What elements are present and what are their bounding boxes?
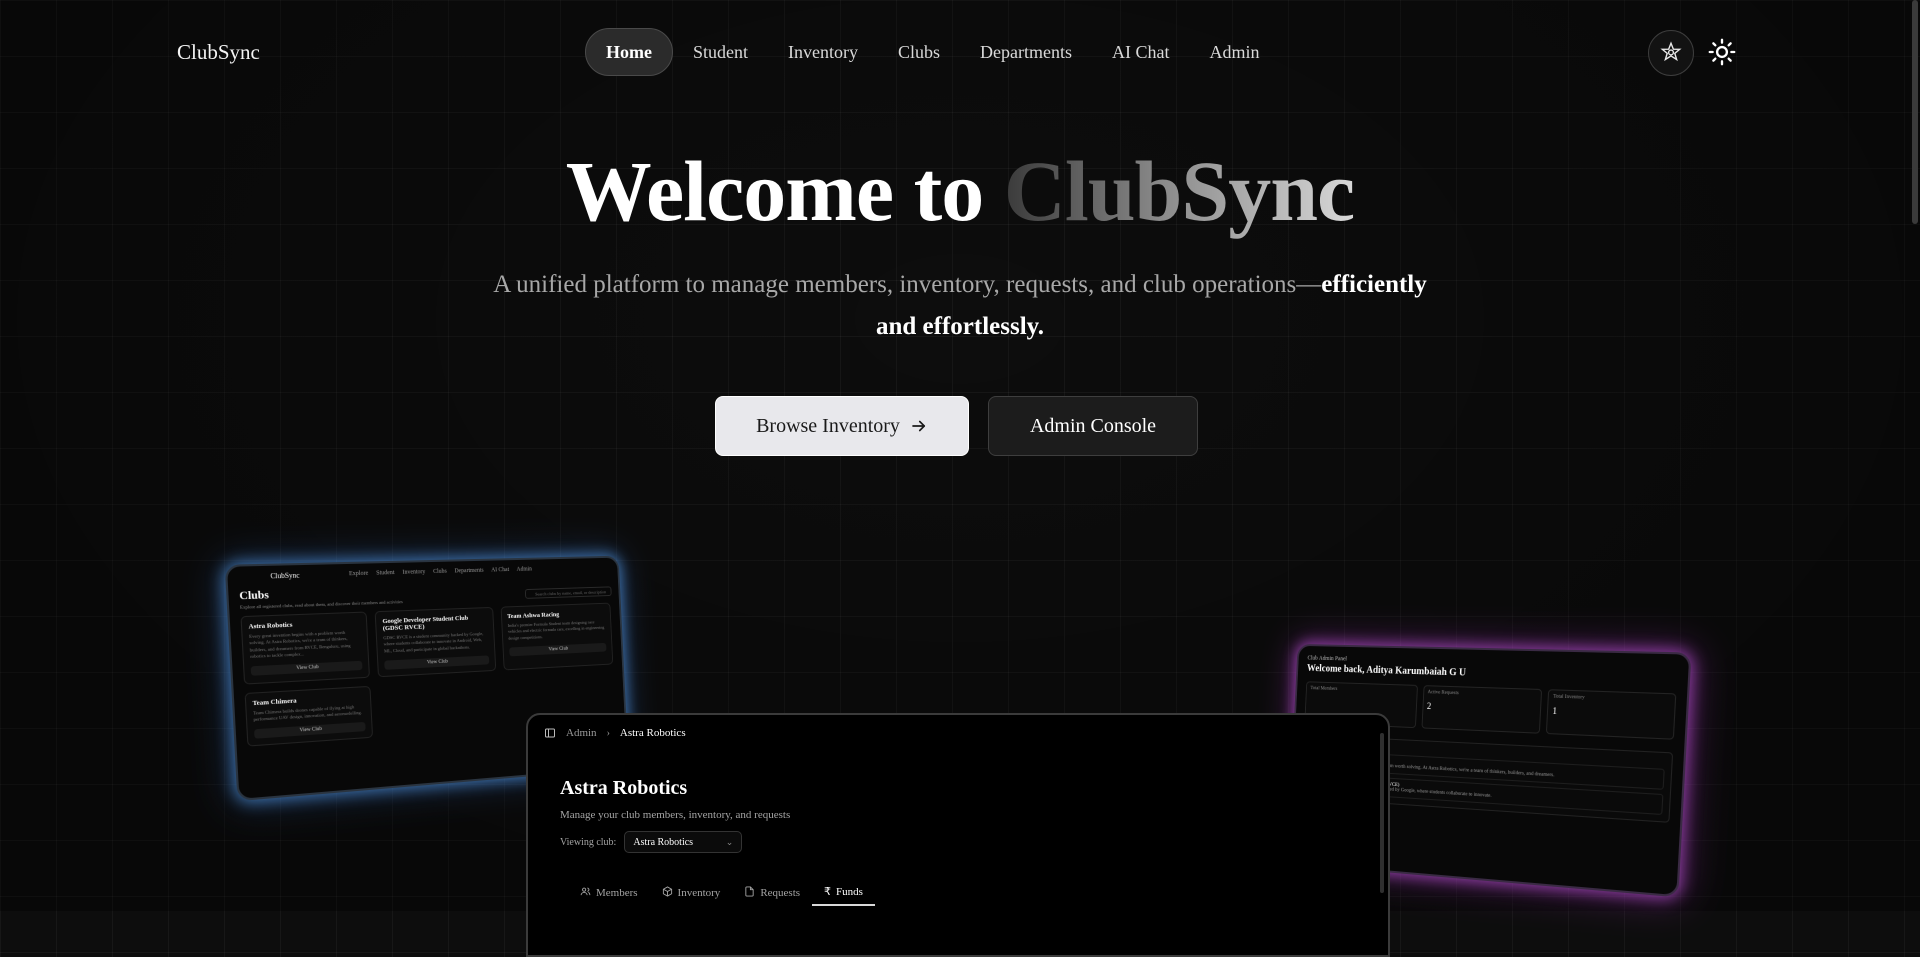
- preview-breadcrumb: Admin › Astra Robotics: [528, 715, 1388, 751]
- preview-tab-members: Members: [568, 881, 650, 906]
- browse-inventory-label: Browse Inventory: [756, 414, 900, 437]
- preview-tab-label: Inventory: [677, 886, 721, 899]
- preview-club-card: Team Ashwa Racing India's premier Formul…: [500, 602, 614, 671]
- hero-title-accent: ClubSync: [1003, 143, 1355, 239]
- users-icon: [580, 886, 591, 900]
- preview-viewing-club: Viewing club: Astra Robotics ⌄: [560, 831, 743, 853]
- preview-brand: ClubSync: [270, 571, 300, 581]
- nav-item-admin[interactable]: Admin: [1189, 29, 1279, 75]
- preview-stat-card: Active Requests 2: [1421, 685, 1543, 734]
- theme-toggle-button[interactable]: [1700, 30, 1744, 74]
- preview-view-club-button: View Club: [250, 660, 363, 676]
- preview-view-club-button: View Club: [508, 642, 607, 657]
- preview-scrollbar: [1380, 733, 1384, 893]
- preview-club-desc: India's premier Formula Student team des…: [507, 619, 605, 641]
- preview-tab-funds: ₹ Funds: [812, 881, 875, 906]
- preview-stat-label: Total Members: [1310, 686, 1338, 692]
- preview-club-desc: GDSC RVCE is a student community backed …: [383, 631, 484, 654]
- hero-subtitle: A unified platform to manage members, in…: [470, 264, 1450, 348]
- preview-stat-value: [1310, 697, 1412, 701]
- preview-stat-value: 2: [1426, 701, 1432, 712]
- browse-inventory-button[interactable]: Browse Inventory: [715, 396, 969, 456]
- brand-logo[interactable]: ClubSync: [177, 40, 260, 65]
- main-nav: Home Student Inventory Clubs Departments…: [585, 28, 1279, 76]
- preview-stat-value: 1: [1552, 705, 1558, 717]
- preview-club-select-value: Astra Robotics: [633, 836, 694, 848]
- nav-item-student[interactable]: Student: [673, 29, 768, 75]
- preview-stat-card: Total Inventory 1: [1546, 689, 1677, 740]
- preview-view-club-button: View Club: [384, 655, 490, 670]
- nav-item-home[interactable]: Home: [585, 28, 673, 76]
- preview-nav-item: Clubs: [433, 568, 447, 575]
- preview-club-select: Astra Robotics ⌄: [624, 831, 743, 853]
- chevron-right-icon: ›: [606, 727, 610, 739]
- preview-nav-item: Admin: [516, 566, 533, 573]
- preview-breadcrumb-current: Astra Robotics: [619, 727, 686, 739]
- page-scrollbar[interactable]: [1912, 0, 1918, 224]
- hero-subtitle-regular: A unified platform to manage members, in…: [493, 271, 1322, 298]
- preview-tab-label: Requests: [760, 886, 801, 899]
- preview-viewing-label: Viewing club:: [560, 836, 617, 848]
- preview-stat-label: Active Requests: [1427, 690, 1459, 697]
- preview-admin-subtitle: Manage your club members, inventory, and…: [560, 809, 791, 821]
- nav-item-clubs[interactable]: Clubs: [878, 29, 960, 75]
- arrow-right-icon: [912, 420, 925, 432]
- preview-club-desc: Team Chimera builds drones capable of fl…: [253, 704, 363, 723]
- preview-breadcrumb-item: Admin: [566, 727, 597, 739]
- nav-item-inventory[interactable]: Inventory: [768, 29, 878, 75]
- atom-icon: [1660, 41, 1682, 62]
- nav-item-departments[interactable]: Departments: [960, 29, 1092, 75]
- atom-theme-button[interactable]: [1648, 30, 1694, 76]
- admin-console-button[interactable]: Admin Console: [988, 396, 1198, 456]
- preview-club-name: Google Developer Student Club (GDSC RVCE…: [382, 614, 469, 633]
- preview-stat-label: Total Inventory: [1553, 694, 1585, 701]
- file-icon: [744, 885, 755, 900]
- preview-club-card: Team Chimera Team Chimera builds drones …: [244, 685, 374, 748]
- preview-nav-item: AI Chat: [491, 567, 510, 574]
- preview-nav-item: Explore: [348, 570, 369, 578]
- sidebar-toggle-icon: [545, 728, 555, 738]
- preview-nav-item: Departments: [454, 567, 484, 575]
- preview-tab-inventory: Inventory: [650, 881, 733, 906]
- preview-club-card: Google Developer Student Club (GDSC RVCE…: [374, 606, 496, 678]
- nav-item-ai-chat[interactable]: AI Chat: [1092, 29, 1190, 75]
- rupee-icon: ₹: [824, 886, 832, 898]
- preview-club-name: Team Ashwa Racing: [507, 611, 560, 621]
- preview-tab-label: Funds: [836, 885, 863, 898]
- preview-nav-item: Student: [376, 569, 395, 577]
- preview-club-desc: Every great invention begins with a prob…: [248, 629, 351, 659]
- preview-tab-label: Members: [596, 886, 638, 899]
- preview-tab-requests: Requests: [732, 881, 812, 906]
- preview-club-card: Astra Robotics Every great invention beg…: [240, 611, 371, 685]
- preview-admin-card: Admin › Astra Robotics Astra Robotics Ma…: [526, 713, 1390, 957]
- hero-title: Welcome to ClubSync: [0, 140, 1920, 243]
- chevron-down-icon: ⌄: [725, 836, 734, 847]
- preview-nav-item: Inventory: [402, 569, 426, 576]
- sun-icon: [1708, 38, 1736, 66]
- package-icon: [662, 885, 673, 900]
- preview-view-club-button: View Club: [254, 722, 367, 740]
- preview-admin-title: Astra Robotics: [560, 777, 688, 799]
- hero-title-main: Welcome to: [565, 143, 1004, 239]
- preview-admin-tabs: Members Inventory Requests ₹ Funds: [568, 881, 875, 906]
